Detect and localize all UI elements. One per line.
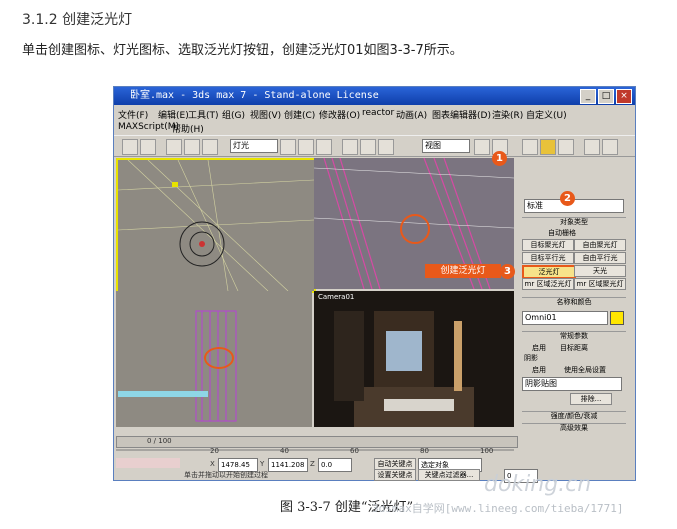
menu-graph-editors[interactable]: 图表编辑器(D) xyxy=(432,108,491,121)
select-icon[interactable] xyxy=(280,139,296,155)
set-key-button[interactable]: 设置关键点 xyxy=(374,469,416,481)
free-direct-button[interactable]: 自由平行光 xyxy=(574,252,626,264)
mr-area-omni-button[interactable]: mr 区域泛光灯 xyxy=(522,278,574,290)
menu-modifiers[interactable]: 修改器(O) xyxy=(319,108,360,121)
callout-1: 1 xyxy=(492,151,507,166)
region-select-icon[interactable] xyxy=(316,139,332,155)
z-field[interactable]: 0.0 xyxy=(318,458,352,472)
callout-3: 3 xyxy=(500,264,515,279)
camera-render xyxy=(334,311,474,427)
menu-help[interactable]: 帮助(H) xyxy=(172,122,204,135)
material-editor-icon[interactable] xyxy=(584,139,600,155)
menu-customize[interactable]: 自定义(U) xyxy=(526,108,567,121)
tick-20: 20 xyxy=(210,447,219,455)
tick-80: 80 xyxy=(420,447,429,455)
skylight-button[interactable]: 天光 xyxy=(574,265,626,277)
watermark-url: 3dsmax自学网[www.lineeg.com/tieba/1771] xyxy=(372,502,624,515)
watermark-logo: doking.cn xyxy=(484,472,592,497)
time-slider[interactable]: 0 / 100 xyxy=(116,436,518,448)
selection-filter-combo[interactable]: 灯光 xyxy=(230,139,278,153)
menu-rendering[interactable]: 渲染(R) xyxy=(492,108,523,121)
rotate-icon[interactable] xyxy=(360,139,376,155)
menu-views[interactable]: 视图(V) xyxy=(250,108,281,121)
move-icon[interactable] xyxy=(342,139,358,155)
menu-file[interactable]: 文件(F) xyxy=(118,108,148,121)
menu-create[interactable]: 创建(C) xyxy=(284,108,315,121)
menu-bar: 文件(F) 编辑(E) 工具(T) 组(G) 视图(V) 创建(C) 修改器(O… xyxy=(114,106,635,121)
redo-icon[interactable] xyxy=(140,139,156,155)
rollout-intensity[interactable]: 强度/颜色/衰减 xyxy=(522,411,626,421)
shadow-type-combo[interactable]: 阴影贴图 xyxy=(522,377,622,391)
tick-100: 100 xyxy=(480,447,494,455)
omni-light-highlight-left xyxy=(204,347,234,369)
bind-icon[interactable] xyxy=(202,139,218,155)
menu-animation[interactable]: 动画(A) xyxy=(396,108,427,121)
menu-tools[interactable]: 工具(T) xyxy=(188,108,219,121)
target-spot-button[interactable]: 目标聚光灯 xyxy=(522,239,574,251)
snap-icon[interactable] xyxy=(522,139,538,155)
undo-icon[interactable] xyxy=(122,139,138,155)
name-field[interactable]: Omni01 xyxy=(522,311,608,325)
status-prompt: 单击并拖动以开始创建过程 xyxy=(184,471,268,479)
z-label: Z xyxy=(310,460,315,468)
command-panel: 标准 对象类型 自动栅格 目标聚光灯 自由聚光灯 目标平行光 自由平行光 泛光灯… xyxy=(518,157,632,437)
camera-label: Camera01 xyxy=(318,293,355,301)
menu-group[interactable]: 组(G) xyxy=(222,108,245,121)
target-distance-label: 目标距离 xyxy=(560,344,588,352)
y-label: Y xyxy=(260,460,265,468)
free-spot-button[interactable]: 自由聚光灯 xyxy=(574,239,626,251)
viewport-left[interactable] xyxy=(116,291,312,427)
screenshot-frame: 卧室.max - 3ds max 7 - Stand-alone License… xyxy=(113,86,636,483)
instruction-paragraph: 单击创建图标、灯光图标、选取泛光灯按钮，创建泛光灯01如图3-3-7所示。 xyxy=(22,43,463,58)
menu-edit[interactable]: 编辑(E) xyxy=(158,108,189,121)
x-label: X xyxy=(210,460,215,468)
tick-60: 60 xyxy=(350,447,359,455)
omni-button[interactable]: 泛光灯 xyxy=(522,265,576,279)
prompt-box xyxy=(116,458,180,468)
select-by-name-icon[interactable] xyxy=(298,139,314,155)
rollout-advanced[interactable]: 高级效果 xyxy=(522,423,626,433)
section-title: 3.1.2 创建泛光灯 xyxy=(22,12,133,28)
percent-snap-icon[interactable] xyxy=(558,139,574,155)
mr-area-spot-button[interactable]: mr 区域聚光灯 xyxy=(574,278,626,290)
tick-40: 40 xyxy=(280,447,289,455)
render-icon[interactable] xyxy=(602,139,618,155)
viewport-top-graphics xyxy=(118,160,314,291)
use-global-checkbox[interactable]: 使用全局设置 xyxy=(564,365,606,375)
shadow-enable-checkbox[interactable]: 启用 xyxy=(532,365,546,375)
color-swatch[interactable] xyxy=(610,311,624,325)
maximize-button[interactable]: □ xyxy=(598,89,614,104)
unlink-icon[interactable] xyxy=(184,139,200,155)
exclude-button[interactable]: 排除... xyxy=(570,393,612,405)
main-toolbar: 灯光 视图 xyxy=(114,135,635,157)
scale-icon[interactable] xyxy=(378,139,394,155)
menu-maxscript[interactable]: MAXScript(M) xyxy=(118,122,179,132)
viewport-top[interactable] xyxy=(116,158,316,293)
omni-light-highlight xyxy=(400,214,430,244)
menu-bar-2: MAXScript(M) 帮助(H) xyxy=(114,121,635,135)
y-field[interactable]: 1141.208 xyxy=(268,458,308,472)
enable-checkbox[interactable]: 启用 xyxy=(532,343,546,353)
callout-2: 2 xyxy=(560,191,575,206)
minimize-button[interactable]: _ xyxy=(580,89,596,104)
rollout-general[interactable]: 常规参数 xyxy=(522,331,626,341)
link-icon[interactable] xyxy=(166,139,182,155)
window-titlebar: 卧室.max - 3ds max 7 - Stand-alone License… xyxy=(114,87,635,105)
target-direct-button[interactable]: 目标平行光 xyxy=(522,252,574,264)
window-title: 卧室.max - 3ds max 7 - Stand-alone License xyxy=(130,90,379,101)
auto-grid-label[interactable]: 自动栅格 xyxy=(548,228,576,238)
pivot-icon[interactable] xyxy=(474,139,490,155)
rollout-object-type[interactable]: 对象类型 xyxy=(522,217,626,227)
close-button[interactable]: × xyxy=(616,89,632,104)
shadows-label: 阴影 xyxy=(524,354,538,362)
reference-coord-combo[interactable]: 视图 xyxy=(422,139,470,153)
key-filters-button[interactable]: 关键点过滤器... xyxy=(418,469,480,481)
rollout-name-color[interactable]: 名称和颜色 xyxy=(522,297,626,307)
viewport-camera[interactable]: Camera01 xyxy=(314,291,514,427)
angle-snap-icon[interactable] xyxy=(540,139,556,155)
create-omni-label: 创建泛光灯 xyxy=(425,264,501,278)
menu-reactor[interactable]: reactor xyxy=(362,108,394,118)
